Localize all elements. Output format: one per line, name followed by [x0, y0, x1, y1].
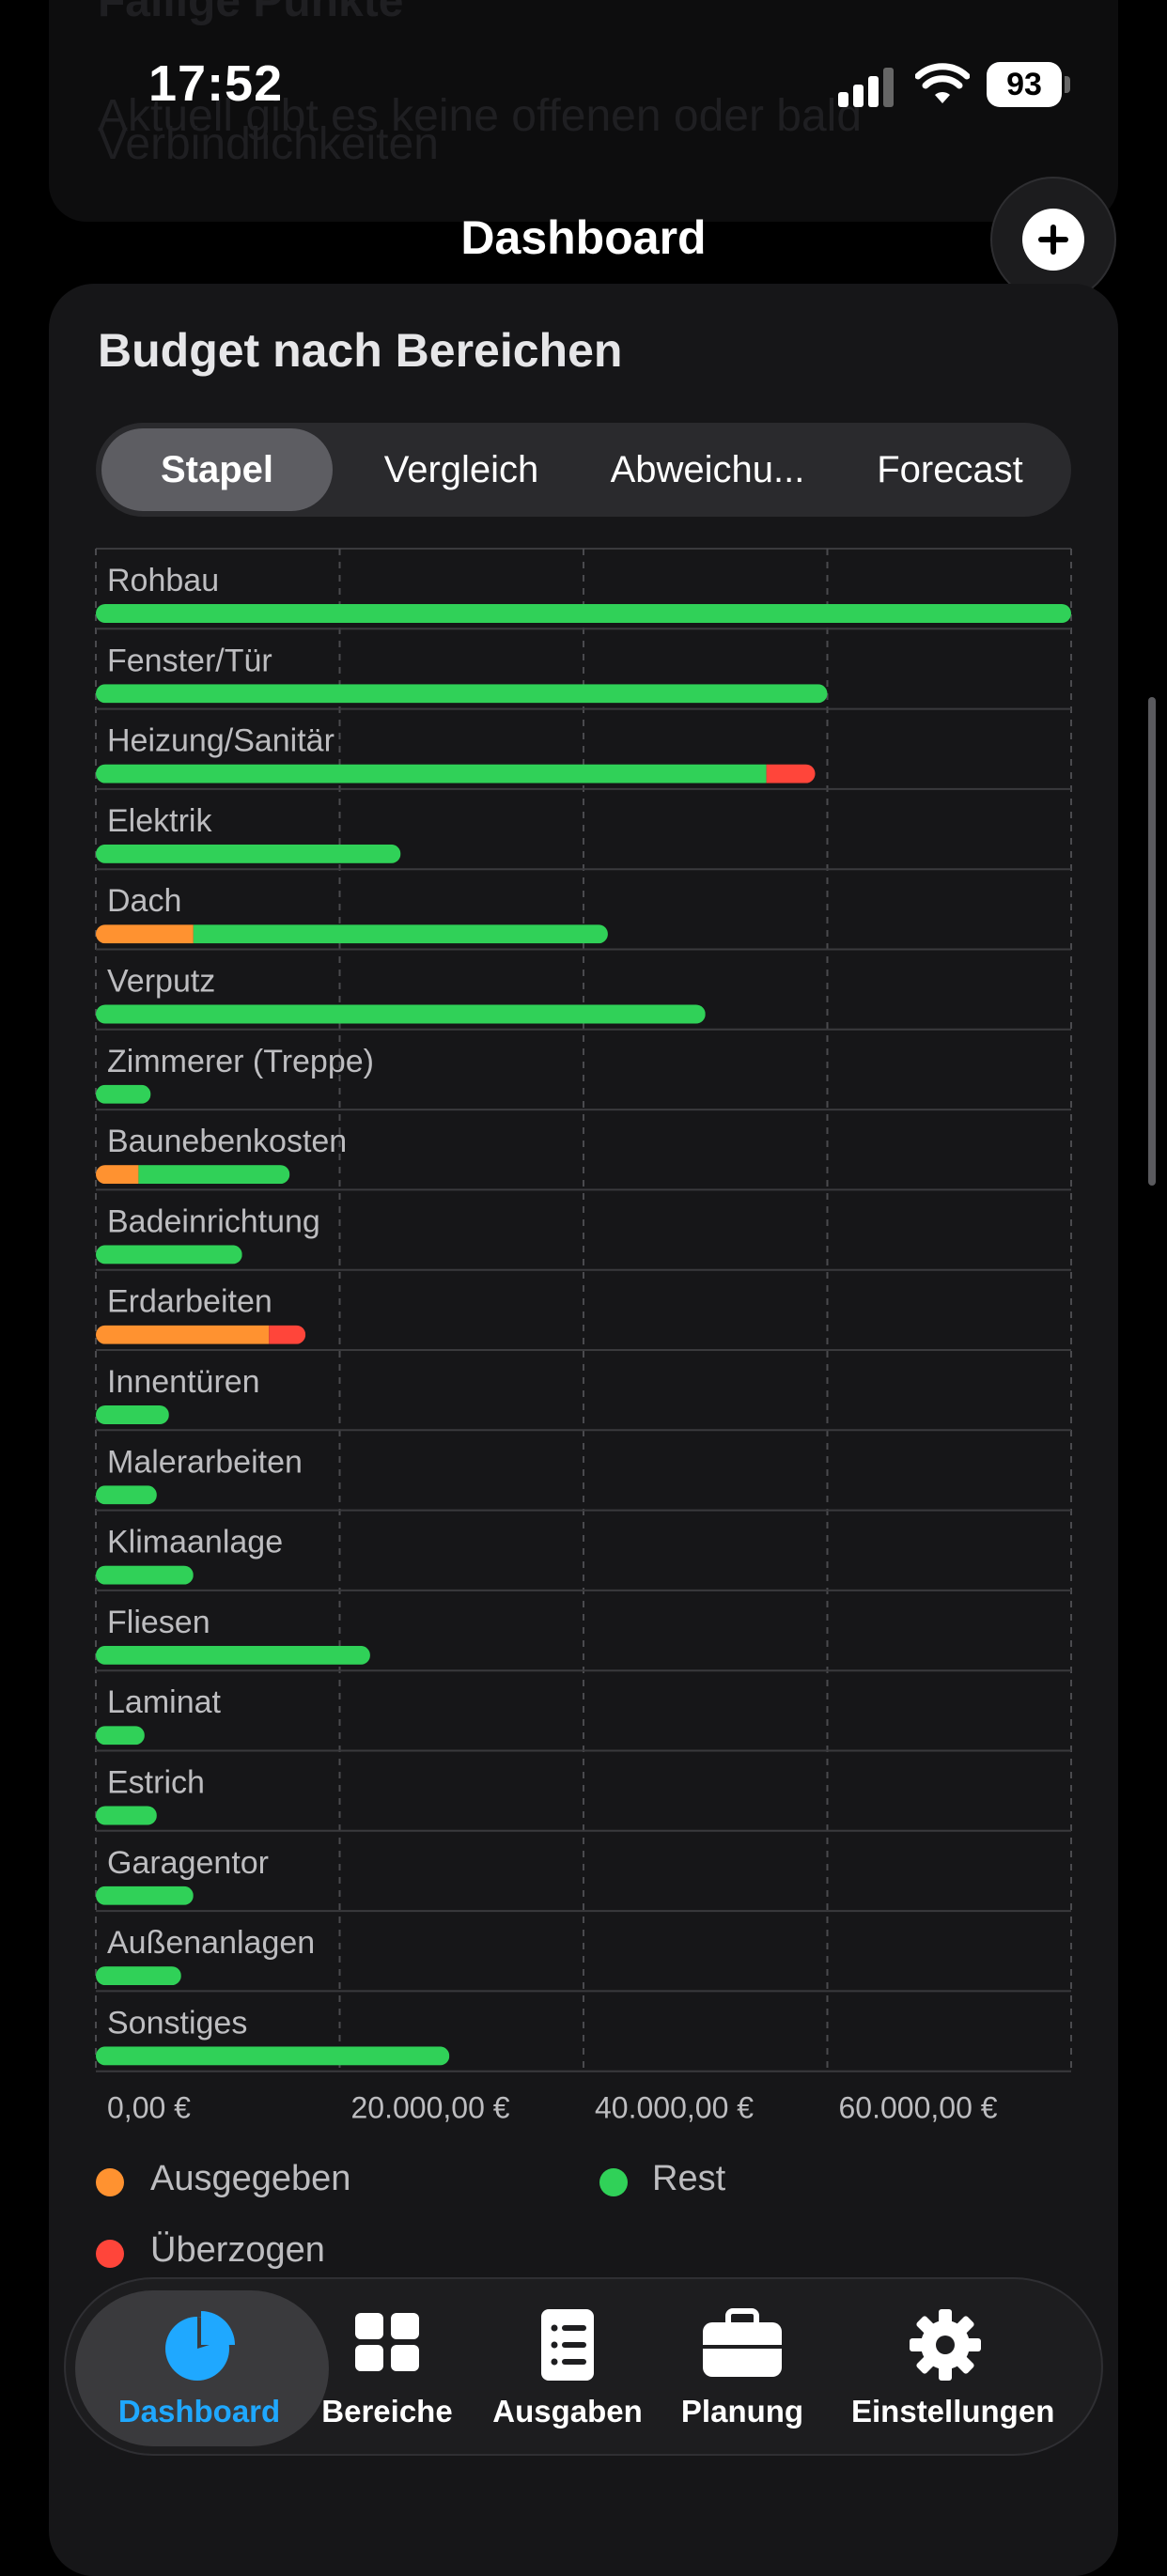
bar-segment-rest [96, 1405, 169, 1424]
legend-label-rest: Rest [652, 2159, 726, 2198]
bar-malerarbeiten [96, 1485, 157, 1505]
bar-rohbau [96, 604, 1071, 623]
legend-dot-over [96, 2240, 124, 2268]
tab-label-ausgaben: Ausgaben [492, 2394, 643, 2429]
bar-segment-rest [96, 1004, 706, 1024]
bar-segment-rest [96, 764, 767, 784]
category-label: Rohbau [107, 563, 219, 598]
pie-chart-icon [165, 2311, 235, 2381]
bar-segment-rest [96, 1726, 145, 1746]
x-tick-label: 40.000,00 € [595, 2091, 754, 2125]
category-label: Fliesen [107, 1605, 210, 1640]
gear-icon [910, 2309, 981, 2381]
legend-dot-rest [599, 2168, 628, 2196]
bar-segment-rest [96, 1565, 194, 1585]
bar-segment-over [766, 764, 816, 784]
category-label: Fenster/Tür [107, 643, 272, 678]
x-tick-label: 60.000,00 € [839, 2091, 998, 2125]
legend-label-over: Überzogen [150, 2230, 325, 2270]
legend-label-spent: Ausgegeben [150, 2159, 351, 2198]
tab-label-planung: Planung [680, 2394, 804, 2429]
bar-segment-spent [96, 1165, 139, 1185]
bar-segment-rest [96, 1245, 242, 1265]
bar-segment-spent [96, 924, 194, 944]
bar-garagentor [96, 1885, 194, 1905]
category-label: Sonstiges [107, 2005, 247, 2041]
bar-verputz [96, 1004, 706, 1024]
tab-label-einstellungen: Einstellungen [851, 2394, 1055, 2429]
bar-laminat [96, 1726, 145, 1746]
category-label: Laminat [107, 1684, 222, 1720]
bar-segment-rest [96, 844, 401, 863]
bar-badeinrichtung [96, 1245, 242, 1265]
tab-label-bereiche: Bereiche [321, 2394, 453, 2429]
grid-icon [355, 2313, 419, 2371]
bar-segment-over [269, 1325, 306, 1344]
bar-erdarbeiten [96, 1325, 306, 1344]
bar-segment-rest [138, 1165, 290, 1185]
category-label: Estrich [107, 1765, 205, 1801]
bar-heizung-sanitär [96, 764, 816, 784]
bar-elektrik [96, 844, 401, 863]
category-label: Garagentor [107, 1845, 269, 1881]
bar-segment-rest [96, 1966, 181, 1986]
category-label: Zimmerer (Treppe) [107, 1044, 374, 1079]
bar-segment-rest [96, 1806, 157, 1825]
bar-klimaanlage [96, 1565, 194, 1585]
category-label: Verputz [107, 964, 215, 1000]
bar-segment-rest [96, 2046, 450, 2066]
bar-zimmerer-treppe- [96, 1084, 151, 1104]
bar-segment-spent [96, 1325, 270, 1344]
tab-label-dashboard: Dashboard [117, 2394, 281, 2429]
list-icon [541, 2309, 594, 2381]
bar-fenster-tür [96, 684, 828, 704]
bar-außenanlagen [96, 1966, 181, 1986]
bar-segment-rest [193, 924, 608, 944]
briefcase-icon [703, 2308, 782, 2377]
bar-innentüren [96, 1405, 169, 1424]
category-label: Dach [107, 883, 181, 919]
bar-segment-rest [96, 604, 1071, 623]
category-label: Innentüren [107, 1364, 260, 1400]
category-label: Erdarbeiten [107, 1284, 272, 1320]
x-tick-label: 20.000,00 € [351, 2091, 510, 2125]
category-label: Heizung/Sanitär [107, 723, 335, 759]
budget-bar-chart: Rohbau Fenster/Tür Heizung/Sanitär Elektrik… [95, 548, 1072, 2125]
category-label: Badeinrichtung [107, 1203, 320, 1239]
bar-dach [96, 924, 608, 944]
bar-baunebenkosten [96, 1165, 290, 1185]
bar-fliesen [96, 1645, 370, 1665]
bar-segment-rest [96, 1645, 370, 1665]
category-label: Außenanlagen [107, 1925, 315, 1961]
bar-segment-rest [96, 1485, 157, 1505]
category-label: Elektrik [107, 803, 212, 839]
bar-segment-rest [96, 684, 828, 704]
category-label: Baunebenkosten [107, 1124, 347, 1159]
category-label: Malerarbeiten [107, 1444, 303, 1480]
x-tick-label: 0,00 € [107, 2091, 191, 2125]
category-label: Klimaanlage [107, 1525, 283, 1560]
bar-estrich [96, 1806, 157, 1825]
bar-segment-rest [96, 1885, 194, 1905]
legend-dot-spent [96, 2168, 124, 2196]
bar-segment-rest [96, 1084, 151, 1104]
bar-sonstiges [96, 2046, 450, 2066]
scroll-indicator[interactable] [1148, 697, 1156, 1186]
